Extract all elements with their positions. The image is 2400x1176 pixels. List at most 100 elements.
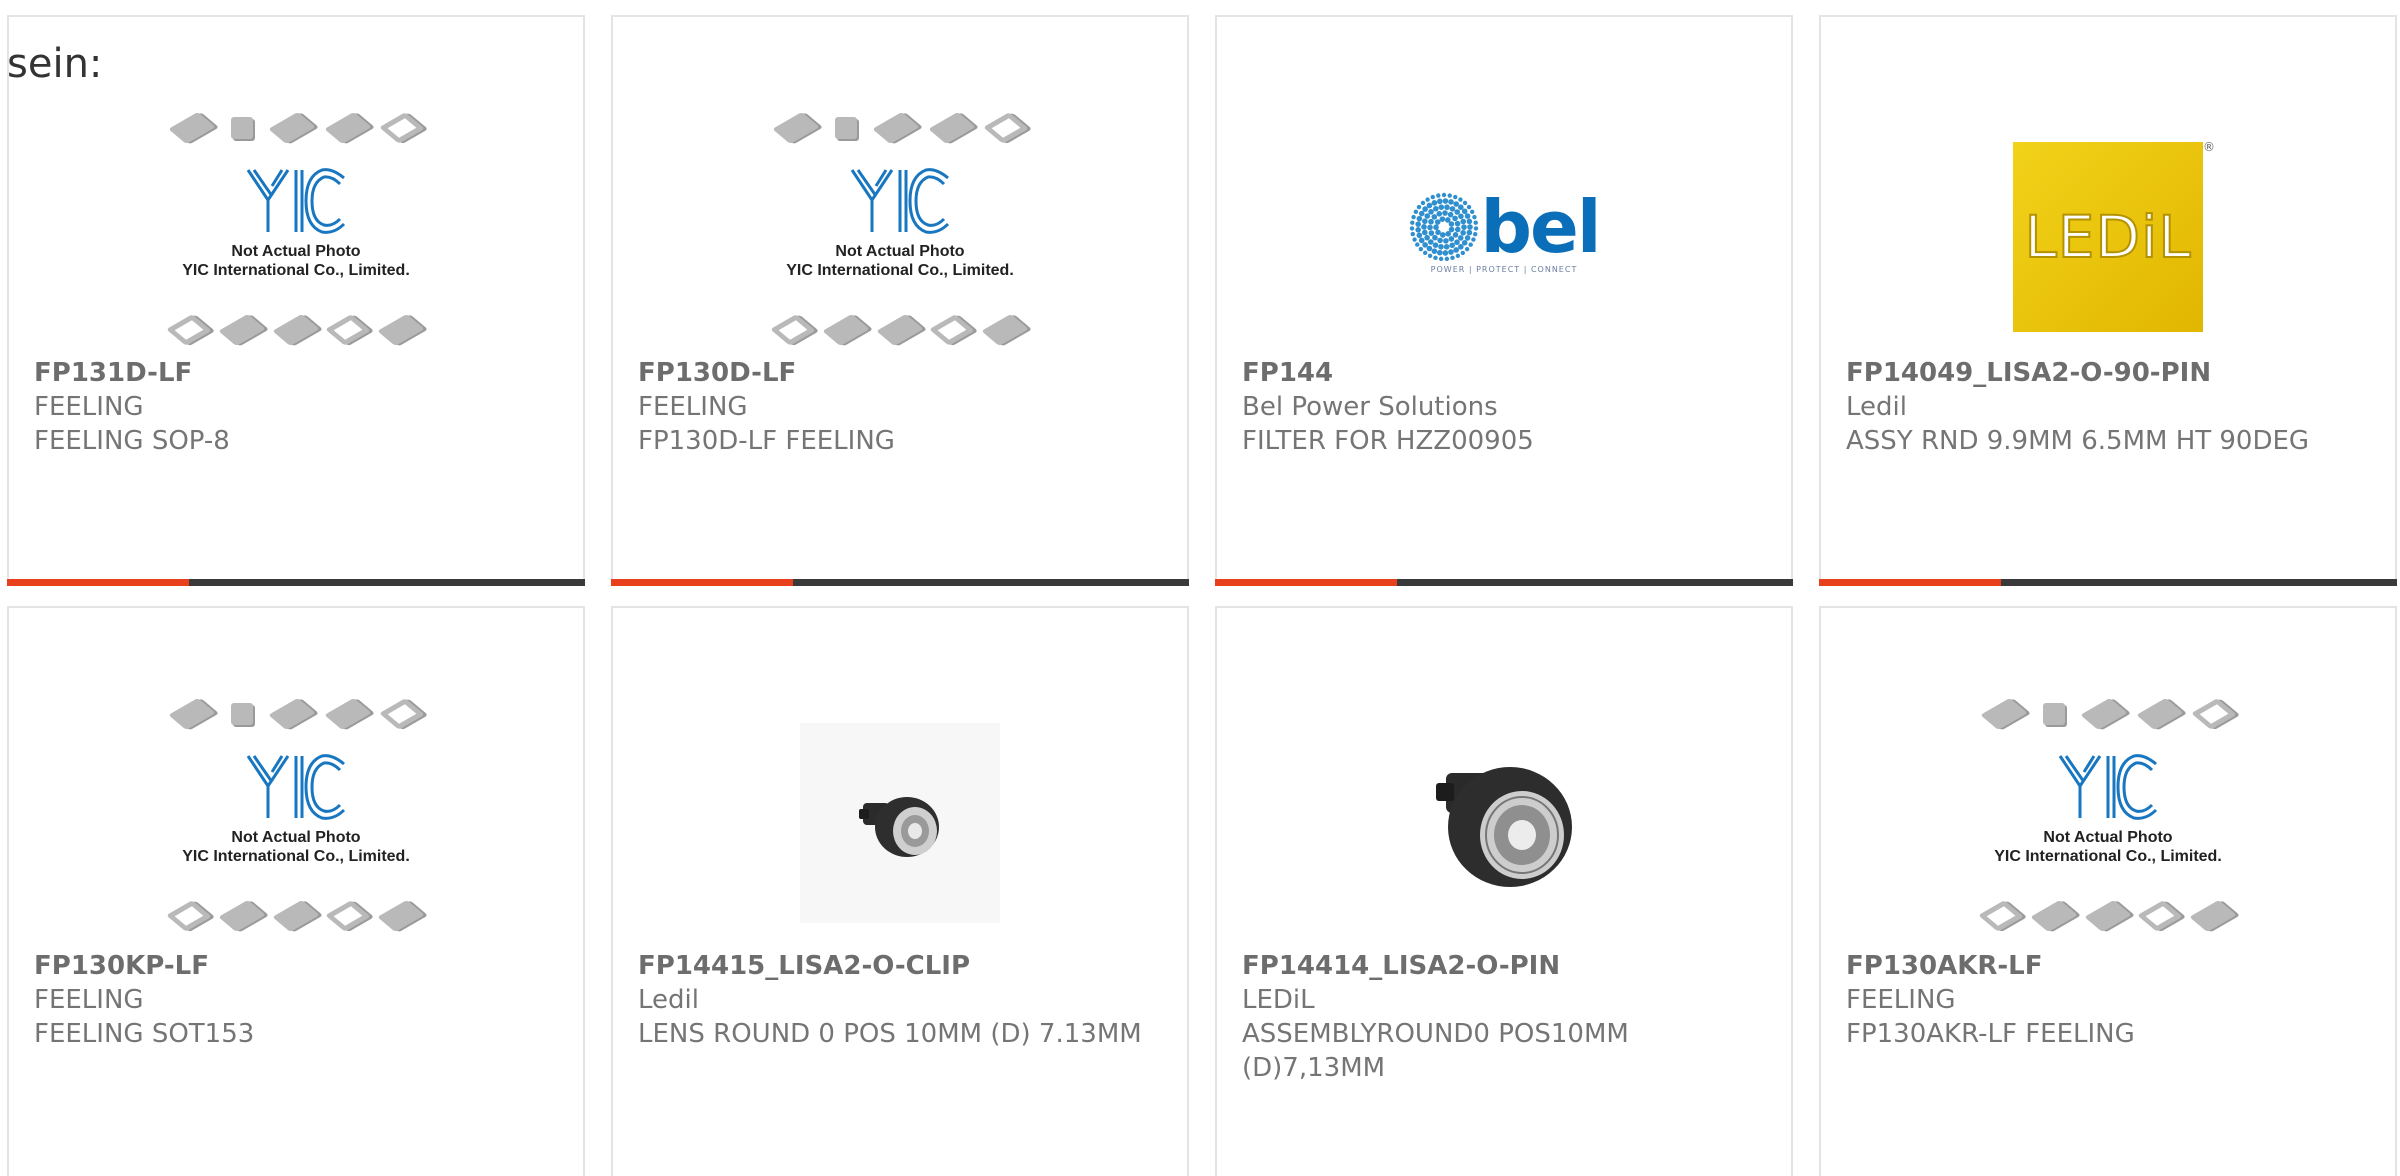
chip-icon <box>835 117 857 139</box>
yic-caption: Not Actual Photo YIC International Co., … <box>164 242 428 280</box>
product-image[interactable]: Not Actual Photo YIC International Co., … <box>9 673 583 953</box>
chip-icon <box>2084 899 2132 933</box>
bel-logo-tagline: POWER | PROTECT | CONNECT <box>1430 265 1578 274</box>
product-image[interactable]: Not Actual Photo YIC International Co., … <box>9 87 583 367</box>
chip-icon <box>872 111 920 145</box>
description: ASSEMBLYROUND0 POS10MM (D)7,13MM <box>1242 1019 1629 1083</box>
lens-photo <box>800 723 1000 923</box>
manufacturer: Ledil <box>1846 392 1907 422</box>
part-number[interactable]: FP131D-LF <box>34 356 563 390</box>
chip-icon <box>166 314 212 346</box>
chip-icon <box>928 111 976 145</box>
part-number[interactable]: FP14049_LISA2-O-90-PIN <box>1846 356 2375 390</box>
description: ASSY RND 9.9MM 6.5MM HT 90DEG <box>1846 426 2310 456</box>
chip-icon <box>377 313 425 347</box>
chip-icon <box>2029 899 2078 933</box>
product-info: FP144 Bel Power Solutions FILTER FOR HZZ00… <box>1242 356 1771 458</box>
manufacturer: FEELING <box>638 392 748 422</box>
chip-icon <box>217 899 266 933</box>
chip-icon <box>268 111 316 145</box>
product-card[interactable]: FP14415_LISA2-O-CLIP Ledil LENS ROUND 0 PO… <box>611 606 1189 1176</box>
yic-caption: Not Actual Photo YIC International Co., … <box>1976 828 2240 866</box>
chip-icon <box>929 314 976 346</box>
card-bottom-bar <box>1819 579 2397 586</box>
chip-icon <box>379 698 425 730</box>
product-image[interactable] <box>613 683 1187 963</box>
chip-icon <box>876 313 924 347</box>
chip-icon <box>231 703 253 725</box>
card-accent-bar <box>1215 579 1397 586</box>
yic-placeholder-image: Not Actual Photo YIC International Co., … <box>768 108 1032 347</box>
product-info: FP131D-LF FEELING FEELING SOP-8 <box>34 356 563 458</box>
yic-caption-line1: Not Actual Photo <box>231 829 361 846</box>
product-card[interactable]: Not Actual Photo YIC International Co., … <box>7 606 585 1176</box>
ledil-logo-word: LEDiL <box>2023 202 2192 272</box>
yic-caption-line2: YIC International Co., Limited. <box>182 848 410 865</box>
manufacturer: FEELING <box>34 392 144 422</box>
yic-caption-line2: YIC International Co., Limited. <box>786 262 1014 279</box>
product-card[interactable]: Not Actual Photo YIC International Co., … <box>7 15 585 586</box>
chip-icon <box>1978 900 2024 932</box>
chip-icon <box>324 111 372 145</box>
chip-icon <box>772 111 820 145</box>
part-number[interactable]: FP14415_LISA2-O-CLIP <box>638 949 1167 983</box>
product-image[interactable]: Not Actual Photo YIC International Co., … <box>613 87 1187 367</box>
product-card[interactable]: Not Actual Photo YIC International Co., … <box>1819 606 2397 1176</box>
yic-placeholder-image: Not Actual Photo YIC International Co., … <box>1976 694 2240 933</box>
yic-caption-line2: YIC International Co., Limited. <box>1994 848 2222 865</box>
chip-icon <box>2043 703 2065 725</box>
description: FP130AKR-LF FEELING <box>1846 1019 2135 1049</box>
yic-caption: Not Actual Photo YIC International Co., … <box>768 242 1032 280</box>
product-image[interactable]: LEDiL ® <box>1821 97 2395 377</box>
chip-icon <box>268 697 316 731</box>
part-number[interactable]: FP130AKR-LF <box>1846 949 2375 983</box>
part-number[interactable]: FP130KP-LF <box>34 949 563 983</box>
product-image[interactable] <box>1217 683 1791 963</box>
product-image[interactable]: bel POWER | PROTECT | CONNECT <box>1217 97 1791 377</box>
manufacturer: Ledil <box>638 985 699 1015</box>
yic-caption-line1: Not Actual Photo <box>231 243 361 260</box>
card-accent-bar <box>1819 579 2001 586</box>
card-accent-bar <box>7 579 189 586</box>
chip-icon <box>377 899 425 933</box>
intro-text: sein: <box>7 41 103 87</box>
chip-icon <box>2189 899 2237 933</box>
product-image[interactable]: Not Actual Photo YIC International Co., … <box>1821 673 2395 953</box>
description: FEELING SOP-8 <box>34 426 230 456</box>
manufacturer: LEDiL <box>1242 985 1315 1015</box>
description: LENS ROUND 0 POS 10MM (D) 7.13MM <box>638 1019 1142 1049</box>
bel-logo: bel POWER | PROTECT | CONNECT <box>1399 187 1609 287</box>
chip-icon <box>166 900 212 932</box>
chip-icon <box>2080 697 2128 731</box>
product-info: FP130AKR-LF FEELING FP130AKR-LF FEELING <box>1846 949 2375 1051</box>
product-card[interactable]: Not Actual Photo YIC International Co., … <box>611 15 1189 586</box>
product-info: FP130KP-LF FEELING FEELING SOT153 <box>34 949 563 1051</box>
chip-icon <box>217 313 266 347</box>
chip-icon <box>2137 900 2184 932</box>
chip-icon <box>272 313 320 347</box>
yic-logo-icon <box>164 752 428 826</box>
product-info: FP14415_LISA2-O-CLIP Ledil LENS ROUND 0 PO… <box>638 949 1167 1051</box>
lens-photo <box>1404 723 1604 923</box>
product-card[interactable]: bel POWER | PROTECT | CONNECT FP144 Bel P… <box>1215 15 1793 586</box>
yic-logo-icon <box>768 166 1032 240</box>
description: FILTER FOR HZZ00905 <box>1242 426 1534 456</box>
part-number[interactable]: FP144 <box>1242 356 1771 390</box>
ledil-logo: LEDiL ® <box>2013 140 2215 332</box>
yic-logo-icon <box>164 166 428 240</box>
bel-burst-icon <box>1410 192 1479 262</box>
part-number[interactable]: FP130D-LF <box>638 356 1167 390</box>
yic-caption-line1: Not Actual Photo <box>2043 829 2173 846</box>
manufacturer: Bel Power Solutions <box>1242 392 1498 422</box>
chip-icon <box>821 313 870 347</box>
chip-icon <box>2191 698 2237 730</box>
product-card[interactable]: FP14414_LISA2-O-PIN LEDiL ASSEMBLYROUND0 P… <box>1215 606 1793 1176</box>
manufacturer: FEELING <box>1846 985 1956 1015</box>
bel-logo-word: bel <box>1480 185 1601 269</box>
product-card[interactable]: LEDiL ® FP14049_LISA2-O-90-PIN Ledil ASSY … <box>1819 15 2397 586</box>
chip-icon <box>325 900 372 932</box>
yic-placeholder-image: Not Actual Photo YIC International Co., … <box>164 694 428 933</box>
chip-icon <box>379 112 425 144</box>
part-number[interactable]: FP14414_LISA2-O-PIN <box>1242 949 1771 983</box>
description: FP130D-LF FEELING <box>638 426 895 456</box>
